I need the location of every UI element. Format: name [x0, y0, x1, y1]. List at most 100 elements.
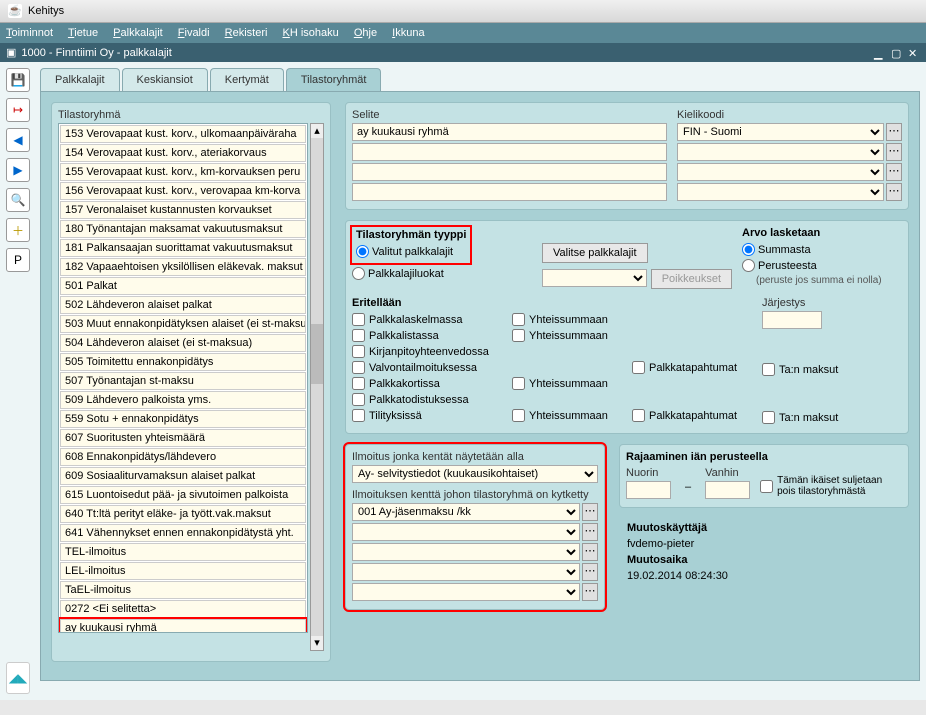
tab-kertymat[interactable]: Kertymät	[210, 68, 284, 91]
poikkeukset-button[interactable]: Poikkeukset	[651, 269, 732, 289]
add-icon[interactable]: ＋	[6, 218, 30, 242]
cb-t2[interactable]	[762, 411, 775, 424]
nuorin-input[interactable]	[626, 481, 671, 499]
arvo-radio-summasta[interactable]	[742, 243, 755, 256]
tab-palkkalajit[interactable]: Palkkalajit	[40, 68, 120, 91]
list-item[interactable]: 641 Vähennykset ennen ennakonpidätystä y…	[60, 524, 306, 542]
luokka-select[interactable]	[542, 269, 647, 287]
cb-suljetaan[interactable]	[760, 480, 773, 493]
list-item[interactable]: 154 Verovapaat kust. korv., ateriakorvau…	[60, 144, 306, 162]
selite-input-4[interactable]	[352, 183, 667, 201]
kentta-select-1[interactable]: 001 Ay-jäsenmaksu /kk	[352, 503, 580, 521]
menu-palkkalajit[interactable]: Palkkalajit	[113, 27, 163, 39]
kentta-select-5[interactable]	[352, 583, 580, 601]
list-item[interactable]: 559 Sotu + ennakonpidätys	[60, 410, 306, 428]
tyyppi-radio-luokat[interactable]	[352, 267, 365, 280]
list-item[interactable]: 156 Verovapaat kust. korv., verovapaa km…	[60, 182, 306, 200]
cb-valvonta[interactable]	[352, 361, 365, 374]
menu-kh[interactable]: KH isohaku	[283, 27, 339, 39]
list-item[interactable]: 501 Palkat	[60, 277, 306, 295]
kentta-select-4[interactable]	[352, 563, 580, 581]
list-item[interactable]: 182 Vapaaehtoisen yksilöllisen eläkevak.…	[60, 258, 306, 276]
cb-palkkakortissa[interactable]	[352, 377, 365, 390]
list-item[interactable]: 507 Työnantajan st-maksu	[60, 372, 306, 390]
valitse-palkkalajit-button[interactable]: Valitse palkkalajit	[542, 243, 648, 263]
list-item[interactable]: 180 Työnantajan maksamat vakuutusmaksut	[60, 220, 306, 238]
minimize-icon[interactable]: ▁	[874, 47, 886, 59]
arvo-radio-perusteesta[interactable]	[742, 259, 755, 272]
kentta-lookup-5[interactable]: ⋯	[582, 583, 598, 601]
list-item[interactable]: 609 Sosiaaliturvamaksun alaiset palkat	[60, 467, 306, 485]
menu-fivaldi[interactable]: Fivaldi	[178, 27, 210, 39]
list-item[interactable]: 155 Verovapaat kust. korv., km-korvaukse…	[60, 163, 306, 181]
cb-palkkalaskelmassa[interactable]	[352, 313, 365, 326]
tab-tilastoryhmat[interactable]: Tilastoryhmät	[286, 68, 382, 91]
menu-ohje[interactable]: Ohje	[354, 27, 377, 39]
kielikoodi-lookup-2[interactable]: ⋯	[886, 143, 902, 161]
list-item[interactable]: TaEL-ilmoitus	[60, 581, 306, 599]
kielikoodi-select-3[interactable]	[677, 163, 884, 181]
cb-kirjanpito[interactable]	[352, 345, 365, 358]
cb-y1[interactable]	[512, 313, 525, 326]
p-button[interactable]: P	[6, 248, 30, 272]
cb-y2[interactable]	[512, 329, 525, 342]
menu-tietue[interactable]: Tietue	[68, 27, 98, 39]
list-item[interactable]: 615 Luontoisedut pää- ja sivutoimen palk…	[60, 486, 306, 504]
selite-input-2[interactable]	[352, 143, 667, 161]
list-item[interactable]: LEL-ilmoitus	[60, 562, 306, 580]
list-item[interactable]: 0272 <Ei selitetta>	[60, 600, 306, 618]
selite-input-3[interactable]	[352, 163, 667, 181]
tyyppi-radio-valitut[interactable]	[356, 245, 369, 258]
menu-ikkuna[interactable]: Ikkuna	[392, 27, 424, 39]
list-item[interactable]: 503 Muut ennakonpidätyksen alaiset (ei s…	[60, 315, 306, 333]
exit-icon[interactable]: ↦	[6, 98, 30, 122]
logo-icon[interactable]: ◢◣	[6, 662, 30, 694]
list-item[interactable]: 505 Toimitettu ennakonpidätys	[60, 353, 306, 371]
menu-rekisteri[interactable]: Rekisteri	[225, 27, 268, 39]
menu-toiminnot[interactable]: Toiminnot	[6, 27, 53, 39]
kielikoodi-select-1[interactable]: FIN - Suomi	[677, 123, 884, 141]
list-item[interactable]: 502 Lähdeveron alaiset palkat	[60, 296, 306, 314]
cb-p2[interactable]	[632, 409, 645, 422]
list-item[interactable]: 157 Veronalaiset kustannusten korvaukset	[60, 201, 306, 219]
cb-p1[interactable]	[632, 361, 645, 374]
prev-icon[interactable]: ◀	[6, 128, 30, 152]
list-item[interactable]: 181 Palkansaajan suorittamat vakuutusmak…	[60, 239, 306, 257]
search-icon[interactable]: 🔍	[6, 188, 30, 212]
kielikoodi-lookup-4[interactable]: ⋯	[886, 183, 902, 201]
ilmoitus-combo1[interactable]: Ay- selvitystiedot (kuukausikohtaiset)	[352, 465, 598, 483]
kentta-lookup-3[interactable]: ⋯	[582, 543, 598, 561]
cb-palkkatodistus[interactable]	[352, 393, 365, 406]
cb-y3[interactable]	[512, 377, 525, 390]
kentta-select-3[interactable]	[352, 543, 580, 561]
list-item[interactable]: ay kuukausi ryhmä	[60, 619, 306, 633]
selite-input-1[interactable]	[352, 123, 667, 141]
list-item[interactable]: 608 Ennakonpidätys/lähdevero	[60, 448, 306, 466]
kentta-lookup-4[interactable]: ⋯	[582, 563, 598, 581]
list-item[interactable]: 509 Lähdevero palkoista yms.	[60, 391, 306, 409]
tab-keskiansiot[interactable]: Keskiansiot	[122, 68, 208, 91]
kentta-lookup-2[interactable]: ⋯	[582, 523, 598, 541]
save-icon[interactable]: 💾	[6, 68, 30, 92]
list-item[interactable]: 153 Verovapaat kust. korv., ulkomaanpäiv…	[60, 125, 306, 143]
kentta-select-2[interactable]	[352, 523, 580, 541]
cb-tilityksissa[interactable]	[352, 409, 365, 422]
kielikoodi-lookup-1[interactable]: ⋯	[886, 123, 902, 141]
cb-t1[interactable]	[762, 363, 775, 376]
maximize-icon[interactable]: ▢	[891, 47, 903, 59]
kentta-lookup-1[interactable]: ⋯	[582, 503, 598, 521]
list-item[interactable]: 640 Tt:ltä perityt eläke- ja tyött.vak.m…	[60, 505, 306, 523]
list-item[interactable]: 607 Suoritusten yhteismäärä	[60, 429, 306, 447]
tilastoryhma-listbox[interactable]: 153 Verovapaat kust. korv., ulkomaanpäiv…	[58, 123, 308, 633]
kielikoodi-lookup-3[interactable]: ⋯	[886, 163, 902, 181]
vanhin-input[interactable]	[705, 481, 750, 499]
kielikoodi-select-2[interactable]	[677, 143, 884, 161]
kielikoodi-select-4[interactable]	[677, 183, 884, 201]
cb-palkkalistassa[interactable]	[352, 329, 365, 342]
next-icon[interactable]: ▶	[6, 158, 30, 182]
list-item[interactable]: TEL-ilmoitus	[60, 543, 306, 561]
jarjestys-input[interactable]	[762, 311, 822, 329]
cb-y4[interactable]	[512, 409, 525, 422]
list-item[interactable]: 504 Lähdeveron alaiset (ei st-maksua)	[60, 334, 306, 352]
close-icon[interactable]: ✕	[908, 47, 920, 59]
